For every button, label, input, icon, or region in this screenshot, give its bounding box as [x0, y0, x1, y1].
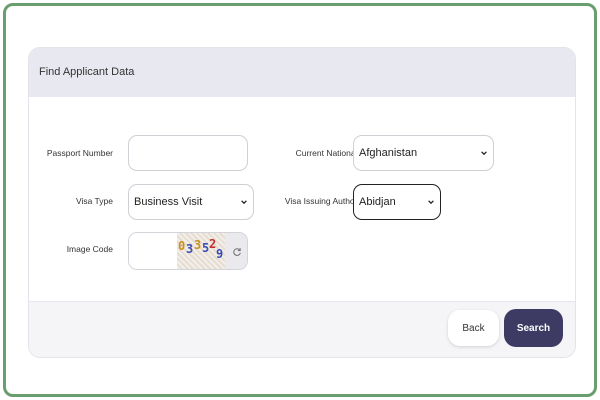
image-code-input[interactable]	[129, 233, 177, 269]
passport-number-label: Passport Number	[46, 148, 113, 158]
current-nationality-value: Afghanistan	[359, 147, 418, 159]
visa-issuing-authority-select[interactable]: Abidjan	[353, 184, 441, 220]
passport-number-input[interactable]	[128, 135, 248, 171]
visa-type-label: Visa Type	[75, 196, 113, 206]
page-title: Find Applicant Data	[39, 66, 135, 78]
refresh-captcha-button[interactable]	[225, 233, 247, 269]
chevron-down-icon	[481, 151, 487, 156]
image-code-label: Image Code	[66, 244, 113, 254]
back-button[interactable]: Back	[448, 310, 499, 346]
search-button[interactable]: Search	[504, 309, 563, 347]
chevron-down-icon	[428, 200, 434, 205]
visa-type-select[interactable]: Business Visit	[128, 184, 254, 220]
chevron-down-icon	[241, 200, 247, 205]
visa-type-value: Business Visit	[134, 196, 203, 208]
card-header: Find Applicant Data	[29, 48, 575, 97]
image-code-group: 0 3 3 5 2 9	[128, 232, 248, 270]
visa-issuing-authority-value: Abidjan	[359, 196, 396, 208]
captcha-image: 0 3 3 5 2 9	[177, 233, 225, 269]
refresh-icon	[233, 248, 241, 256]
current-nationality-select[interactable]: Afghanistan	[353, 135, 494, 171]
current-nationality-label: Current Nationality	[295, 148, 366, 158]
visa-issuing-authority-label: Visa Issuing Authority	[284, 196, 366, 206]
